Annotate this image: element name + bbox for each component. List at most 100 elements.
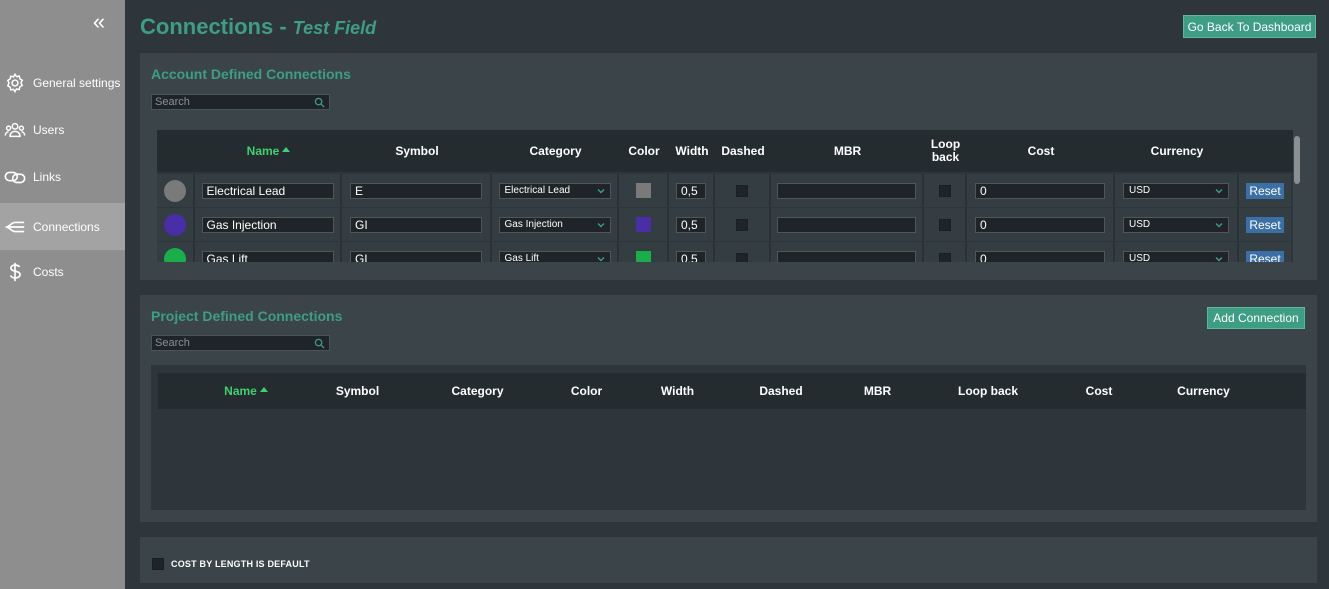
users-icon — [4, 119, 26, 141]
cost-input[interactable]: 0 — [975, 250, 1105, 262]
column-header-cost: Cost — [1027, 143, 1055, 158]
loop-back-checkbox[interactable] — [938, 218, 951, 231]
symbol-input[interactable]: E — [350, 182, 482, 199]
category-value: Gas Lift — [504, 253, 539, 262]
sidebar-item-label: Costs — [33, 264, 64, 279]
project-connections-panel: Project Defined Connections Add Connecti… — [140, 295, 1317, 522]
connection-color-dot — [164, 213, 186, 236]
mbr-input[interactable] — [777, 250, 916, 262]
sidebar-item-costs[interactable]: Costs — [0, 248, 125, 295]
sidebar-item-connections[interactable]: Connections — [0, 203, 125, 250]
sidebar: « General settings Users Links Connectio… — [0, 0, 125, 589]
scrollbar-thumb[interactable] — [1294, 136, 1300, 184]
cost-by-length-checkbox[interactable] — [152, 558, 164, 570]
column-header-dashed: Dashed — [759, 383, 803, 398]
sidebar-item-label: Links — [33, 169, 62, 184]
cost-by-length-label: COST BY LENGTH IS DEFAULT — [171, 559, 310, 569]
category-select[interactable]: Electrical Lead — [498, 182, 611, 199]
add-connection-button[interactable]: Add Connection — [1207, 307, 1305, 329]
dashed-checkbox[interactable] — [736, 252, 748, 262]
column-header-category: Category — [529, 143, 582, 158]
currency-select[interactable]: USD — [1123, 216, 1229, 233]
table-row: Gas Injection GI Gas Injection 0,5 0 USD… — [157, 208, 1291, 241]
sort-ascending-icon — [259, 387, 268, 392]
dollar-icon — [4, 261, 26, 283]
sidebar-item-users[interactable]: Users — [0, 106, 125, 153]
connections-icon — [4, 216, 26, 238]
table-scrollbar[interactable] — [1293, 130, 1301, 262]
sidebar-item-label: General settings — [33, 75, 121, 90]
chevron-down-icon — [597, 188, 604, 193]
project-connections-table: Name Symbol Category Color Width Dashed … — [151, 365, 1306, 510]
cost-input[interactable]: 0 — [975, 182, 1105, 199]
project-connections-title: Project Defined Connections — [151, 308, 343, 324]
column-header-name[interactable]: Name — [195, 130, 342, 172]
project-search-input[interactable] — [152, 337, 302, 349]
color-swatch[interactable] — [635, 217, 651, 232]
name-input[interactable]: Gas Injection — [201, 216, 334, 233]
currency-select[interactable]: USD — [1123, 250, 1229, 262]
column-header-currency: Currency — [1177, 383, 1230, 398]
table-row: Electrical Lead E Electrical Lead 0,5 0 … — [157, 174, 1291, 207]
account-connections-table: Name Symbol Category Color Width Dashed … — [157, 130, 1301, 262]
page-title: Connections - Test Field — [140, 14, 376, 40]
width-input[interactable]: 0,5 — [676, 182, 706, 199]
currency-select[interactable]: USD — [1123, 182, 1229, 199]
column-header-mbr: MBR — [833, 143, 862, 158]
account-search-input[interactable] — [152, 96, 302, 108]
color-swatch[interactable] — [635, 183, 651, 198]
reset-button[interactable]: Reset — [1246, 216, 1284, 233]
column-header-name[interactable]: Name — [158, 373, 334, 409]
width-input[interactable]: 0,5 — [676, 250, 706, 262]
project-search-field[interactable] — [151, 335, 330, 351]
gear-icon — [4, 72, 26, 94]
symbol-input[interactable]: GL — [350, 250, 482, 262]
name-input[interactable]: Gas Lift — [201, 250, 334, 262]
sidebar-item-label: Connections — [33, 219, 100, 234]
loop-back-checkbox[interactable] — [938, 252, 951, 262]
category-select[interactable]: Gas Injection — [498, 216, 611, 233]
chevron-down-icon — [597, 222, 604, 227]
table-header: Name Symbol Category Color Width Dashed … — [158, 373, 1306, 409]
mbr-input[interactable] — [777, 216, 916, 233]
column-header-color: Color — [628, 143, 660, 158]
column-header-dashed: Dashed — [721, 143, 765, 158]
column-header-loop-back: Loop back — [957, 383, 1018, 398]
column-header-actions — [1239, 130, 1291, 172]
reset-button[interactable]: Reset — [1246, 250, 1284, 262]
collapse-sidebar-icon[interactable]: « — [88, 11, 110, 34]
dashed-checkbox[interactable] — [736, 184, 748, 197]
column-header-category: Category — [451, 383, 504, 398]
table-row: Gas Lift GL Gas Lift 0,5 0 USD Reset — [157, 242, 1291, 262]
category-value: Electrical Lead — [504, 185, 571, 196]
go-back-to-dashboard-button[interactable]: Go Back To Dashboard — [1183, 15, 1316, 38]
name-input[interactable]: Electrical Lead — [201, 182, 334, 199]
sidebar-item-links[interactable]: Links — [0, 153, 125, 200]
table-header: Name Symbol Category Color Width Dashed … — [157, 130, 1293, 172]
chevron-down-icon — [1215, 256, 1223, 261]
column-header-currency: Currency — [1150, 143, 1204, 158]
mbr-input[interactable] — [777, 182, 916, 199]
symbol-input[interactable]: GI — [350, 216, 482, 233]
loop-back-checkbox[interactable] — [938, 184, 951, 197]
category-select[interactable]: Gas Lift — [498, 250, 611, 262]
currency-value: USD — [1129, 253, 1151, 262]
color-swatch[interactable] — [635, 251, 651, 262]
chevron-down-icon — [1215, 188, 1223, 193]
sort-ascending-icon — [282, 147, 291, 152]
column-header-width: Width — [675, 143, 709, 158]
column-header-symbol: Symbol — [335, 383, 380, 398]
cost-input[interactable]: 0 — [975, 216, 1105, 233]
account-connections-title: Account Defined Connections — [151, 66, 351, 82]
category-value: Gas Injection — [504, 219, 563, 230]
sidebar-item-general-settings[interactable]: General settings — [0, 59, 125, 106]
account-search-field[interactable] — [151, 94, 330, 110]
dashed-checkbox[interactable] — [736, 218, 748, 231]
width-input[interactable]: 0,5 — [676, 216, 706, 233]
sidebar-item-label: Users — [33, 122, 65, 137]
reset-button[interactable]: Reset — [1246, 182, 1284, 199]
currency-value: USD — [1129, 185, 1151, 196]
column-label: Name — [224, 383, 257, 398]
column-header-mbr: MBR — [863, 383, 892, 398]
cost-settings-panel: COST BY LENGTH IS DEFAULT — [140, 537, 1317, 583]
